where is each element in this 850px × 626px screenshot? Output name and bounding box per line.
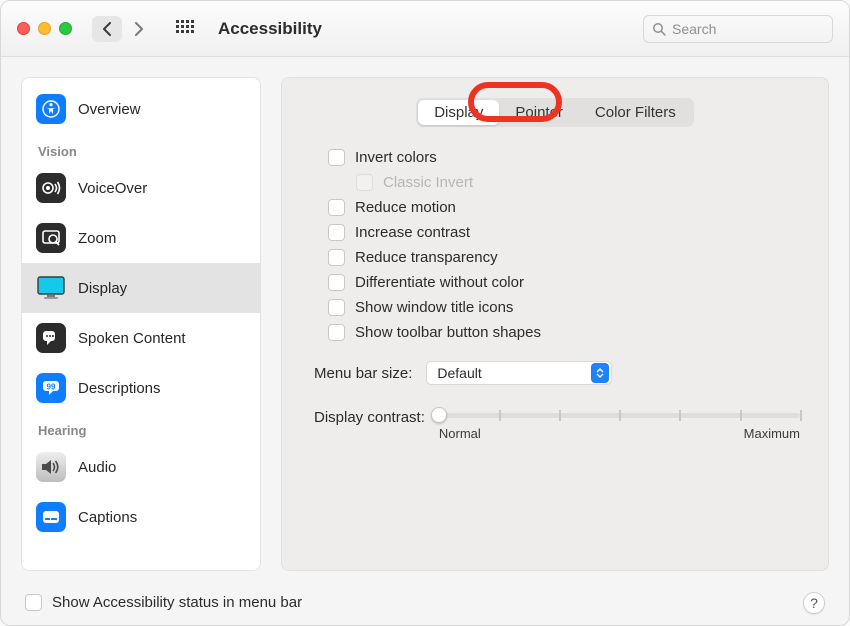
sidebar-item-label: Audio <box>78 459 116 476</box>
nav-buttons <box>92 16 154 42</box>
select-value: Default <box>437 365 481 381</box>
option-label: Show toolbar button shapes <box>355 324 541 341</box>
sidebar-item-spoken-content[interactable]: Spoken Content <box>22 313 260 363</box>
option-label: Show window title icons <box>355 299 513 316</box>
sidebar-item-descriptions[interactable]: 99 Descriptions <box>22 363 260 413</box>
checkbox[interactable] <box>328 224 345 241</box>
system-preferences-window: Accessibility Overview Vision VoiceOver <box>0 0 850 626</box>
pane-title: Accessibility <box>218 19 322 39</box>
option-reduce-transparency[interactable]: Reduce transparency <box>328 249 800 266</box>
display-icon <box>36 273 66 303</box>
option-show-window-title-icons[interactable]: Show window title icons <box>328 299 800 316</box>
select-stepper-icon <box>591 363 609 383</box>
checkbox[interactable] <box>328 274 345 291</box>
option-classic-invert: Classic Invert <box>356 174 800 191</box>
search-input[interactable] <box>672 21 824 37</box>
back-button[interactable] <box>92 16 122 42</box>
voiceover-icon <box>36 173 66 203</box>
checkbox <box>356 174 373 191</box>
option-increase-contrast[interactable]: Increase contrast <box>328 224 800 241</box>
sidebar-item-label: Display <box>78 280 127 297</box>
sidebar-item-voiceover[interactable]: VoiceOver <box>22 163 260 213</box>
checkbox[interactable] <box>328 149 345 166</box>
content-pane: Display Pointer Color Filters Invert col… <box>281 77 829 571</box>
slider-min-label: Normal <box>439 426 481 441</box>
toolbar: Accessibility <box>1 1 849 57</box>
sidebar-item-overview[interactable]: Overview <box>22 84 260 134</box>
display-contrast-label: Display contrast: <box>314 407 425 426</box>
checkbox[interactable] <box>25 594 42 611</box>
option-label: Classic Invert <box>383 174 473 191</box>
search-field-wrap[interactable] <box>643 15 833 43</box>
sidebar-item-audio[interactable]: Audio <box>22 442 260 492</box>
footer-label: Show Accessibility status in menu bar <box>52 594 302 611</box>
zoom-window-button[interactable] <box>59 22 72 35</box>
minimize-window-button[interactable] <box>38 22 51 35</box>
option-label: Reduce motion <box>355 199 456 216</box>
sidebar-item-label: Spoken Content <box>78 330 186 347</box>
tab-segmented-control: Display Pointer Color Filters <box>310 98 800 127</box>
close-window-button[interactable] <box>17 22 30 35</box>
option-label: Increase contrast <box>355 224 470 241</box>
footer: Show Accessibility status in menu bar ? <box>1 579 849 625</box>
slider-thumb[interactable] <box>431 407 447 423</box>
display-options: Invert colors Classic Invert Reduce moti… <box>310 149 800 341</box>
sidebar-item-zoom[interactable]: Zoom <box>22 213 260 263</box>
accessibility-icon <box>36 94 66 124</box>
sidebar-section-hearing: Hearing <box>22 413 260 442</box>
sidebar[interactable]: Overview Vision VoiceOver Zoom Display <box>21 77 261 571</box>
search-icon <box>652 22 666 36</box>
captions-icon <box>36 502 66 532</box>
checkbox[interactable] <box>328 199 345 216</box>
option-label: Invert colors <box>355 149 437 166</box>
display-contrast-row: Display contrast: Normal Maxim <box>310 407 800 441</box>
window-controls <box>17 22 72 35</box>
sidebar-item-captions[interactable]: Captions <box>22 492 260 542</box>
forward-button <box>124 16 154 42</box>
sidebar-item-display[interactable]: Display <box>22 263 260 313</box>
sidebar-item-label: VoiceOver <box>78 180 147 197</box>
menu-bar-size-row: Menu bar size: Default <box>310 361 800 385</box>
pane-body: Overview Vision VoiceOver Zoom Display <box>1 57 849 579</box>
checkbox[interactable] <box>328 299 345 316</box>
menu-bar-size-label: Menu bar size: <box>314 365 412 382</box>
audio-icon <box>36 452 66 482</box>
sidebar-item-label: Zoom <box>78 230 116 247</box>
sidebar-section-vision: Vision <box>22 134 260 163</box>
sidebar-item-label: Overview <box>78 101 141 118</box>
option-reduce-motion[interactable]: Reduce motion <box>328 199 800 216</box>
option-show-toolbar-button-shapes[interactable]: Show toolbar button shapes <box>328 324 800 341</box>
checkbox[interactable] <box>328 324 345 341</box>
show-all-prefs-button[interactable] <box>172 16 198 42</box>
option-invert-colors[interactable]: Invert colors <box>328 149 800 166</box>
svg-text:99: 99 <box>47 383 56 392</box>
option-label: Reduce transparency <box>355 249 498 266</box>
tab-display[interactable]: Display <box>418 100 499 125</box>
option-label: Differentiate without color <box>355 274 524 291</box>
tab-pointer[interactable]: Pointer <box>499 100 579 125</box>
slider-max-label: Maximum <box>744 426 800 441</box>
menu-bar-size-select[interactable]: Default <box>426 361 612 385</box>
help-button[interactable]: ? <box>803 592 825 614</box>
tab-color-filters[interactable]: Color Filters <box>579 100 692 125</box>
sidebar-item-label: Descriptions <box>78 380 161 397</box>
spoken-content-icon <box>36 323 66 353</box>
checkbox[interactable] <box>328 249 345 266</box>
descriptions-icon: 99 <box>36 373 66 403</box>
display-contrast-slider[interactable] <box>439 413 800 418</box>
zoom-icon <box>36 223 66 253</box>
sidebar-item-label: Captions <box>78 509 137 526</box>
option-differentiate-without-color[interactable]: Differentiate without color <box>328 274 800 291</box>
